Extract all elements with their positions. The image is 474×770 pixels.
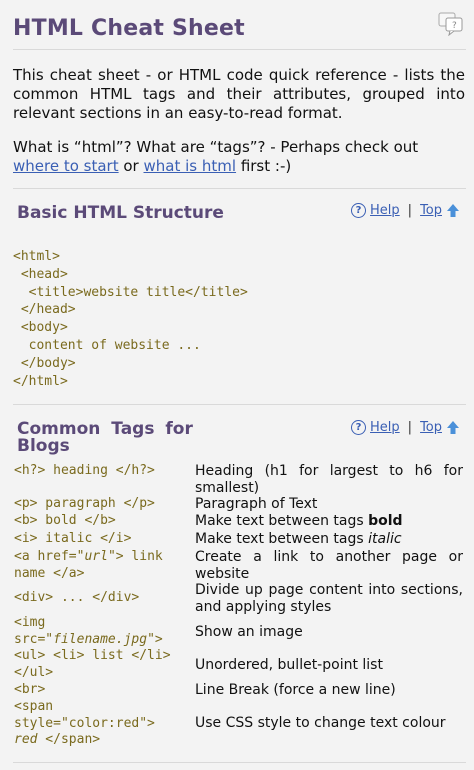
section-nav-blogs: ? Help | Top — [351, 420, 460, 435]
divider — [13, 762, 466, 763]
help-icon: ? — [351, 203, 367, 218]
comment-bubble-icon[interactable]: ? — [438, 12, 464, 36]
help-link[interactable]: Help — [370, 203, 400, 218]
where-to-start-link[interactable]: where to start — [13, 157, 119, 175]
arrow-up-icon[interactable] — [446, 420, 460, 435]
help-link[interactable]: Help — [370, 420, 400, 435]
basic-structure-code: <html> <head> <title>website title</titl… — [13, 249, 248, 389]
svg-text:?: ? — [452, 21, 457, 31]
intro-paragraph: This cheat sheet - or HTML code quick re… — [13, 66, 465, 122]
page-title: HTML Cheat Sheet — [13, 16, 245, 41]
divider — [13, 188, 466, 189]
divider — [13, 404, 466, 405]
help-icon: ? — [351, 420, 367, 435]
intro-question: What is “html”? What are “tags”? - Perha… — [13, 138, 419, 175]
section-nav-basic: ? Help | Top — [351, 203, 460, 218]
top-link[interactable]: Top — [420, 420, 442, 435]
arrow-up-icon[interactable] — [446, 203, 460, 218]
section-title-blogs: Common Tags for Blogs — [17, 419, 193, 456]
top-link[interactable]: Top — [420, 203, 442, 218]
what-is-html-link[interactable]: what is html — [144, 157, 237, 175]
section-title-basic: Basic HTML Structure — [17, 203, 224, 223]
divider — [13, 49, 466, 50]
